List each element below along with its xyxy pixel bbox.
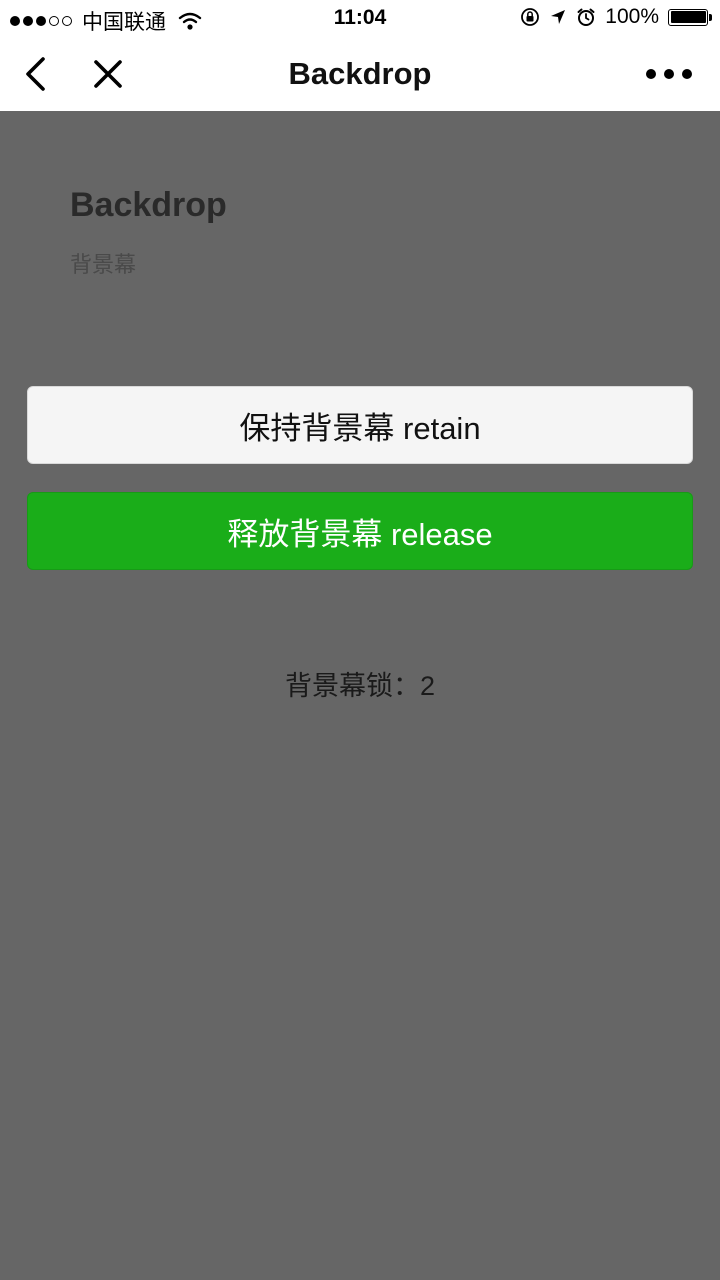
navigation-bar: Backdrop <box>0 36 720 111</box>
orientation-lock-icon <box>521 8 540 26</box>
location-arrow-icon <box>551 10 566 24</box>
backdrop-lock-count: 背景幕锁：2 <box>284 671 436 701</box>
page-header: Backdrop 背景幕 <box>70 186 227 279</box>
battery-percent: 100% <box>605 5 659 28</box>
battery-fill <box>670 11 706 23</box>
retain-backdrop-button[interactable]: 保持背景幕 retain <box>27 386 693 464</box>
status-bar: 中国联通 11:04 100% <box>0 0 720 36</box>
signal-dot <box>23 16 33 26</box>
page-title: Backdrop <box>70 186 227 224</box>
signal-strength-icon <box>10 16 72 26</box>
page-description: 背景幕 <box>70 252 137 277</box>
more-dots-icon[interactable] <box>644 62 694 86</box>
wifi-icon <box>178 12 202 30</box>
signal-dot <box>10 16 20 26</box>
carrier-name: 中国联通 <box>82 11 166 34</box>
chevron-left-icon[interactable] <box>16 54 56 94</box>
release-backdrop-button[interactable]: 释放背景幕 release <box>27 492 693 570</box>
battery-icon <box>668 8 712 26</box>
status-left: 中国联通 <box>10 6 202 36</box>
signal-dot <box>36 16 46 26</box>
signal-dot <box>62 16 72 26</box>
signal-dot <box>49 16 59 26</box>
close-icon[interactable] <box>88 54 128 94</box>
alarm-clock-icon <box>577 8 595 26</box>
status-right: 100% <box>520 5 712 29</box>
